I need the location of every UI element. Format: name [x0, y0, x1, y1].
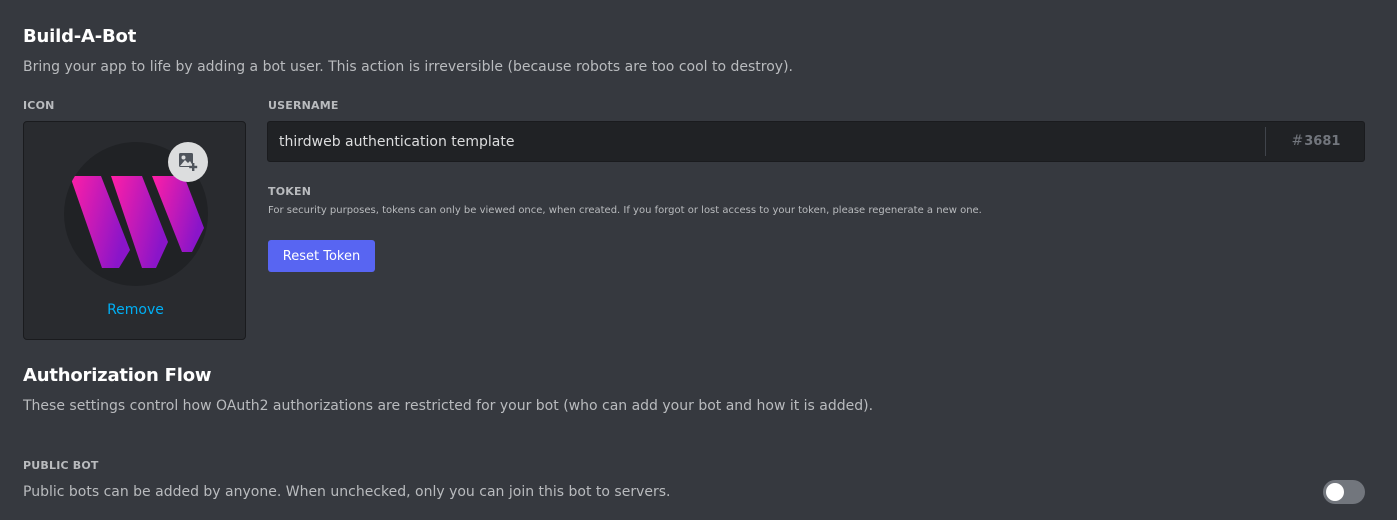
remove-icon-link[interactable]: Remove	[24, 302, 247, 318]
public-bot-label: PUBLIC BOT	[23, 459, 99, 472]
public-bot-description: Public bots can be added by anyone. When…	[23, 484, 671, 500]
reset-token-button[interactable]: Reset Token	[268, 240, 375, 272]
username-input[interactable]	[268, 122, 1263, 161]
toggle-knob	[1326, 483, 1344, 501]
token-label: TOKEN	[268, 185, 312, 198]
public-bot-toggle[interactable]	[1323, 480, 1365, 504]
build-a-bot-title: Build-A-Bot	[23, 26, 137, 47]
discriminator: #3681	[1268, 122, 1364, 161]
authorization-flow-title: Authorization Flow	[23, 365, 212, 386]
build-a-bot-description: Bring your app to life by adding a bot u…	[23, 59, 793, 75]
icon-label: ICON	[23, 99, 55, 112]
authorization-flow-description: These settings control how OAuth2 author…	[23, 398, 874, 414]
image-add-icon[interactable]	[168, 142, 208, 182]
token-help-text: For security purposes, tokens can only b…	[268, 205, 982, 216]
icon-upload-area[interactable]: Remove	[23, 121, 246, 340]
discriminator-value: 3681	[1304, 134, 1341, 149]
discriminator-divider	[1265, 127, 1266, 156]
username-label: USERNAME	[268, 99, 339, 112]
discriminator-hash: #	[1291, 133, 1304, 149]
username-field: #3681	[267, 121, 1365, 162]
